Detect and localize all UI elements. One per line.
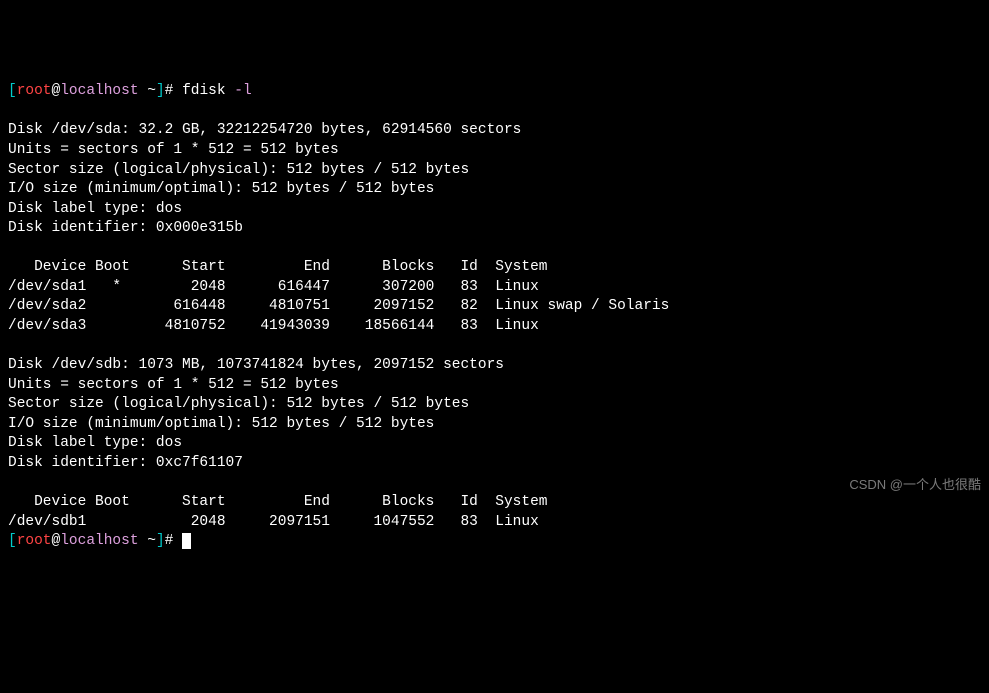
disk-sda-label: Disk label type: dos <box>8 201 182 217</box>
bracket-close: ] <box>156 83 165 99</box>
table-row: /dev/sdb1 2048 2097151 1047552 83 Linux <box>8 514 539 530</box>
disk-sda-sector: Sector size (logical/physical): 512 byte… <box>8 162 469 178</box>
terminal-output[interactable]: [root@localhost ~]# fdisk -l Disk /dev/s… <box>8 82 981 552</box>
prompt-line-2[interactable]: [root@localhost ~]# <box>8 533 191 549</box>
table-row: /dev/sda1 * 2048 616447 307200 83 Linux <box>8 279 539 295</box>
hostname: localhost <box>60 533 138 549</box>
disk-sda-units: Units = sectors of 1 * 512 = 512 bytes <box>8 142 339 158</box>
disk-sdb-line: Disk /dev/sdb: 1073 MB, 1073741824 bytes… <box>8 357 504 373</box>
disk-sda-line: Disk /dev/sda: 32.2 GB, 32212254720 byte… <box>8 122 521 138</box>
prompt-line-1: [root@localhost ~]# fdisk -l <box>8 83 252 99</box>
bracket-open: [ <box>8 533 17 549</box>
at-sign: @ <box>52 83 61 99</box>
command-flag: -l <box>234 83 251 99</box>
command: fdisk <box>182 83 234 99</box>
at-sign: @ <box>52 533 61 549</box>
disk-sdb-label: Disk label type: dos <box>8 435 182 451</box>
hash: # <box>165 533 182 549</box>
disk-sdb-sector: Sector size (logical/physical): 512 byte… <box>8 396 469 412</box>
cwd: ~ <box>139 533 156 549</box>
user: root <box>17 83 52 99</box>
table-row: /dev/sda3 4810752 41943039 18566144 83 L… <box>8 318 539 334</box>
disk-sdb-units: Units = sectors of 1 * 512 = 512 bytes <box>8 377 339 393</box>
cwd: ~ <box>139 83 156 99</box>
disk-sda-id: Disk identifier: 0x000e315b <box>8 220 243 236</box>
disk-sdb-id: Disk identifier: 0xc7f61107 <box>8 455 243 471</box>
hostname: localhost <box>60 83 138 99</box>
partition-header-sdb: Device Boot Start End Blocks Id System <box>8 494 548 510</box>
disk-sdb-io: I/O size (minimum/optimal): 512 bytes / … <box>8 416 434 432</box>
disk-sda-io: I/O size (minimum/optimal): 512 bytes / … <box>8 181 434 197</box>
bracket-close: ] <box>156 533 165 549</box>
user: root <box>17 533 52 549</box>
watermark-text: CSDN @一个人也很酷 <box>849 476 981 494</box>
bracket-open: [ <box>8 83 17 99</box>
partition-header-sda: Device Boot Start End Blocks Id System <box>8 259 548 275</box>
cursor-icon <box>182 533 191 549</box>
table-row: /dev/sda2 616448 4810751 2097152 82 Linu… <box>8 298 669 314</box>
hash: # <box>165 83 182 99</box>
